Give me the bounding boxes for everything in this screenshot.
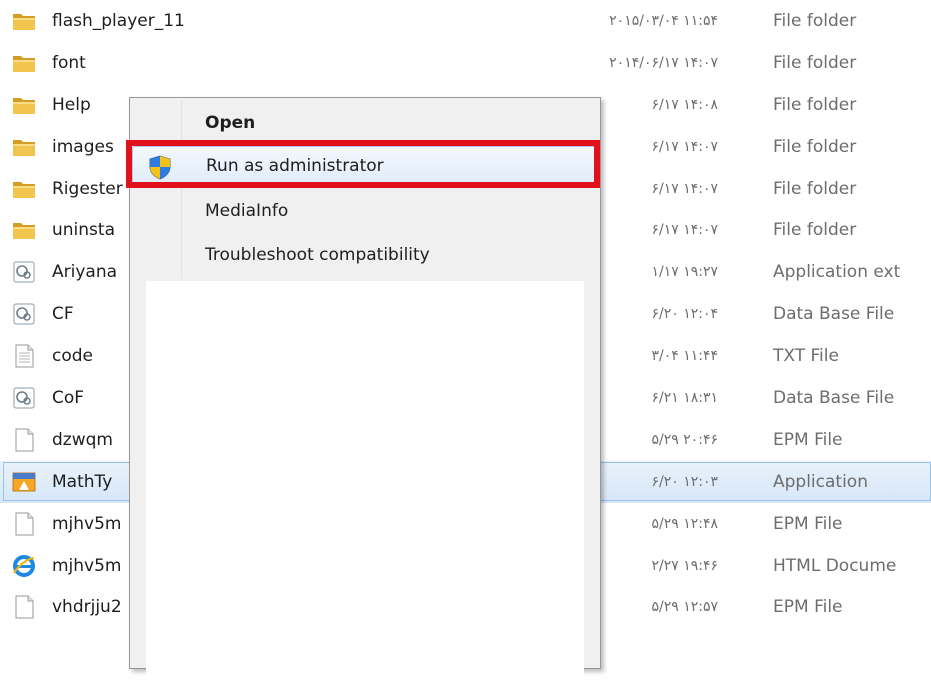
blank-file-icon bbox=[12, 428, 36, 452]
menu-item-run-as-administrator[interactable]: Run as administrator bbox=[132, 146, 596, 186]
folder-icon bbox=[12, 177, 36, 201]
file-name: images bbox=[52, 136, 114, 157]
file-name: MathTy bbox=[52, 471, 113, 492]
folder-icon bbox=[12, 9, 36, 33]
menu-item-troubleshoot-compatibility[interactable]: Troubleshoot compatibility bbox=[132, 235, 596, 275]
menu-item-label: Open bbox=[205, 113, 256, 133]
file-date-modified: ۶/۱۷ ۱۴:۰۷ bbox=[651, 222, 718, 239]
extension-icon bbox=[12, 260, 36, 284]
file-name: vhdrjju2 bbox=[52, 597, 122, 618]
file-type: Application ext bbox=[773, 262, 901, 283]
file-date-modified: ۱/۱۷ ۱۹:۲۷ bbox=[651, 264, 718, 281]
file-name: CF bbox=[52, 304, 74, 325]
file-type: File folder bbox=[773, 136, 857, 157]
folder-icon bbox=[12, 135, 36, 159]
mathtype-app-icon bbox=[12, 470, 36, 494]
file-name: mjhv5m bbox=[52, 513, 122, 534]
file-name: Rigester bbox=[52, 178, 123, 199]
menu-blank-area bbox=[146, 281, 584, 681]
file-date-modified: ۲/۲۷ ۱۹:۴۶ bbox=[651, 557, 718, 574]
menu-item-mediainfo[interactable]: MediaInfo bbox=[132, 191, 596, 231]
file-type: EPM File bbox=[773, 597, 843, 618]
file-type: EPM File bbox=[773, 513, 843, 534]
menu-item-label: Run as administrator bbox=[206, 156, 384, 176]
file-date-modified: ۶/۱۷ ۱۴:۰۷ bbox=[651, 180, 718, 197]
file-date-modified: ۶/۲۰ ۱۲:۰۳ bbox=[651, 473, 718, 490]
blank-file-icon bbox=[12, 512, 36, 536]
folder-icon bbox=[12, 93, 36, 117]
menu-item-open[interactable]: Open bbox=[132, 103, 596, 143]
file-date-modified: ۶/۱۷ ۱۴:۰۷ bbox=[651, 138, 718, 155]
uac-shield-icon bbox=[149, 155, 171, 180]
file-name: dzwqm bbox=[52, 429, 113, 450]
file-type: EPM File bbox=[773, 429, 843, 450]
folder-icon bbox=[12, 51, 36, 75]
file-row[interactable]: font ۲۰۱۴/۰۶/۱۷ ۱۴:۰۷ File folder bbox=[0, 42, 931, 84]
text-file-icon bbox=[12, 344, 36, 368]
file-type: File folder bbox=[773, 220, 857, 241]
ie-html-icon bbox=[12, 554, 36, 578]
file-name: uninsta bbox=[52, 220, 115, 241]
file-row[interactable]: flash_player_11 ۲۰۱۵/۰۳/۰۴ ۱۱:۵۴ File fold… bbox=[0, 0, 931, 42]
file-type: Application bbox=[773, 471, 868, 492]
file-name: CoF bbox=[52, 388, 85, 409]
file-type: File folder bbox=[773, 178, 857, 199]
file-name: Help bbox=[52, 94, 91, 115]
file-type: File folder bbox=[773, 52, 857, 73]
menu-item-label: MediaInfo bbox=[205, 201, 289, 221]
file-type: File folder bbox=[773, 94, 857, 115]
context-menu: Open Run as administrator MediaInfo Trou… bbox=[129, 97, 601, 681]
file-type: TXT File bbox=[773, 346, 839, 367]
file-type: File folder bbox=[773, 11, 857, 31]
file-name: flash_player_11 bbox=[52, 11, 185, 31]
file-date-modified: ۲۰۱۵/۰۳/۰۴ ۱۱:۵۴ bbox=[609, 13, 718, 29]
blank-file-icon bbox=[12, 595, 36, 619]
file-date-modified: ۳/۰۴ ۱۱:۴۴ bbox=[651, 348, 718, 365]
file-date-modified: ۵/۲۹ ۲۰:۴۶ bbox=[651, 431, 718, 448]
file-name: mjhv5m bbox=[52, 555, 122, 576]
file-name: code bbox=[52, 346, 93, 367]
file-type: Data Base File bbox=[773, 304, 895, 325]
file-date-modified: ۲۰۱۴/۰۶/۱۷ ۱۴:۰۷ bbox=[609, 54, 718, 71]
file-type: Data Base File bbox=[773, 388, 895, 409]
file-date-modified: ۵/۲۹ ۱۲:۴۸ bbox=[651, 515, 718, 532]
file-name: Ariyana bbox=[52, 262, 118, 283]
extension-icon bbox=[12, 302, 36, 326]
file-date-modified: ۵/۲۹ ۱۲:۵۷ bbox=[651, 599, 718, 616]
file-date-modified: ۶/۱۷ ۱۴:۰۸ bbox=[651, 96, 718, 113]
file-name: font bbox=[52, 52, 86, 73]
folder-icon bbox=[12, 218, 36, 242]
file-type: HTML Docume bbox=[773, 555, 897, 576]
file-date-modified: ۶/۲۰ ۱۲:۰۴ bbox=[651, 306, 718, 323]
menu-item-label: Troubleshoot compatibility bbox=[205, 245, 430, 265]
file-date-modified: ۶/۲۱ ۱۸:۳۱ bbox=[651, 390, 718, 407]
extension-icon bbox=[12, 386, 36, 410]
